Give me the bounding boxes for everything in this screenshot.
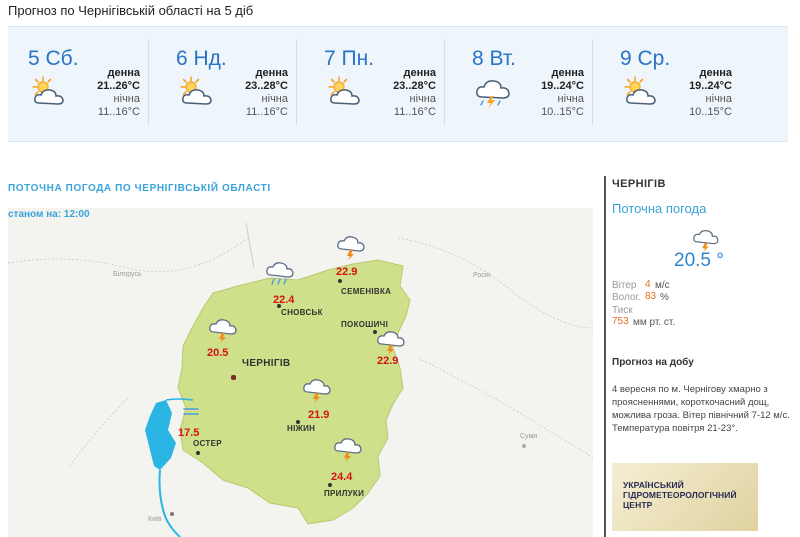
day-label: денна [403, 67, 436, 79]
forecast-day-card[interactable]: 8 Вт. денна 19..24°C нічна 10..15°C [452, 27, 600, 141]
map-temp-semenivka: 22.9 [336, 266, 358, 278]
map-dot-kyiv [170, 512, 174, 516]
kyiv-reservoir [145, 400, 176, 470]
day-temperature: 19..24°C [541, 80, 584, 92]
map-dot-pokoshychi [373, 330, 377, 334]
forecast-strip: 5 Сб. денна 21..26°C нічна 11..16°C 6 Нд… [8, 26, 788, 142]
day-title: 9 Ср. [620, 47, 671, 70]
map-city-pryluky: ПРИЛУКИ [324, 489, 365, 498]
pressure-value: 753 [612, 316, 629, 327]
daily-forecast-text: 4 вересня по м. Чернігову хмарно з прояс… [612, 384, 790, 434]
night-temperature: 11..16°C [393, 106, 436, 118]
map-city-chernihiv: ЧЕРНІГІВ [242, 358, 291, 369]
day-temperature: 23..28°C [393, 80, 436, 92]
map-dot-chernihiv [231, 375, 236, 380]
thunderstorm-icon [209, 319, 237, 343]
thunderstorm-icon [476, 80, 510, 109]
wind-value: 4 [645, 279, 651, 290]
map-dot-sumy [522, 444, 526, 448]
wind-label: Вітер [612, 280, 637, 291]
map-dot-pryluky [328, 483, 332, 487]
map-city-oster: ОСТЕР [193, 439, 222, 448]
map-label-belarus: Білорусь [113, 271, 142, 278]
night-temperature: 10..15°C [541, 106, 584, 118]
thunderstorm-icon [377, 331, 405, 355]
night-label: нічна [705, 93, 732, 105]
humidity-label: Волог. [612, 292, 641, 303]
day-title: 6 Нд. [176, 47, 227, 70]
day-title: 8 Вт. [472, 47, 516, 70]
map-city-semenivka: СЕМЕНІВКА [341, 287, 392, 296]
hydromet-center-logo[interactable]: УКРАЇНСЬКИЙ ГІДРОМЕТЕОРОЛОГІЧНИЙ ЦЕНТР [612, 463, 758, 531]
map-city-snovsk: СНОВСЬК [281, 308, 323, 317]
daily-forecast-title: Прогноз на добу [612, 357, 694, 368]
map-label-sumy: Суми [520, 433, 538, 440]
night-temperature: 11..16°C [245, 106, 288, 118]
current-weather-label: Поточна погода [612, 201, 707, 216]
forecast-day-card[interactable]: 7 Пн. денна 23..28°C нічна 11..16°C [304, 27, 452, 141]
map-temp-pokoshychi: 22.9 [377, 355, 399, 367]
day-divider [296, 39, 297, 125]
night-temperature: 11..16°C [97, 106, 140, 118]
thunderstorm-icon [693, 230, 719, 252]
map-label-russia: Росія [473, 272, 491, 279]
day-title: 5 Сб. [28, 47, 79, 70]
sidebar-city-name: ЧЕРНІГІВ [612, 178, 666, 190]
forecast-day-card[interactable]: 5 Сб. денна 21..26°C нічна 11..16°C [8, 27, 156, 141]
forecast-day-card[interactable]: 9 Ср. денна 19..24°C нічна 10..15°C [600, 27, 748, 141]
day-divider [592, 39, 593, 125]
night-temperature: 10..15°C [689, 106, 732, 118]
map-dot-oster [196, 451, 200, 455]
day-label: денна [255, 67, 288, 79]
partly-cloudy-icon [180, 76, 212, 105]
day-label: денна [107, 67, 140, 79]
map-temp-pryluky: 24.4 [331, 471, 353, 483]
night-label: нічна [113, 93, 140, 105]
day-temperature: 23..28°C [245, 80, 288, 92]
day-divider [148, 39, 149, 125]
day-divider [444, 39, 445, 125]
map-temp-oster: 17.5 [178, 427, 200, 439]
day-label: денна [699, 67, 732, 79]
humidity-unit: % [660, 292, 669, 303]
day-title: 7 Пн. [324, 47, 375, 70]
partly-cloudy-icon [624, 76, 656, 105]
rain-icon [266, 262, 294, 285]
page-title: Прогноз по Чернігівській області на 5 ді… [8, 3, 254, 18]
map-label-kyiv: Київ [148, 516, 162, 523]
map-city-pokoshychi: ПОКОШИЧІ [341, 320, 389, 329]
map-temp-chernihiv: 20.5 [207, 347, 229, 359]
current-weather-section-title: ПОТОЧНА ПОГОДА ПО ЧЕРНІГІВСЬКІЙ ОБЛАСТІ [8, 183, 271, 194]
night-label: нічна [261, 93, 288, 105]
as-of-time: станом на: 12:00 [8, 209, 90, 220]
pressure-label: Тиск [612, 305, 633, 316]
thunderstorm-icon [303, 379, 331, 403]
thunderstorm-icon [337, 236, 365, 260]
sidebar-divider [604, 176, 606, 537]
night-label: нічна [409, 93, 436, 105]
logo-text: УКРАЇНСЬКИЙ ГІДРОМЕТЕОРОЛОГІЧНИЙ ЦЕНТР [623, 480, 737, 510]
day-temperature: 21..26°C [97, 80, 140, 92]
partly-cloudy-icon [328, 76, 360, 105]
day-label: денна [551, 67, 584, 79]
pressure-unit: мм рт. ст. [633, 317, 676, 328]
partly-cloudy-icon [32, 76, 64, 105]
map-city-nizhyn: НІЖИН [287, 424, 316, 433]
day-temperature: 19..24°C [689, 80, 732, 92]
fog-icon [183, 408, 199, 415]
night-label: нічна [557, 93, 584, 105]
map-background [8, 222, 593, 537]
humidity-value: 83 [645, 291, 657, 302]
wind-unit: м/с [655, 280, 670, 291]
forecast-day-card[interactable]: 6 Нд. денна 23..28°C нічна 11..16°C [156, 27, 304, 141]
thunderstorm-icon [334, 438, 362, 462]
region-weather-map[interactable]: Білорусь Росія Суми Київ 22.4 22.9 20.5 … [8, 208, 593, 537]
map-temp-nizhyn: 21.9 [308, 409, 330, 421]
current-temperature: 20.5 ° [674, 250, 724, 271]
map-dot-semenivka [338, 279, 342, 283]
